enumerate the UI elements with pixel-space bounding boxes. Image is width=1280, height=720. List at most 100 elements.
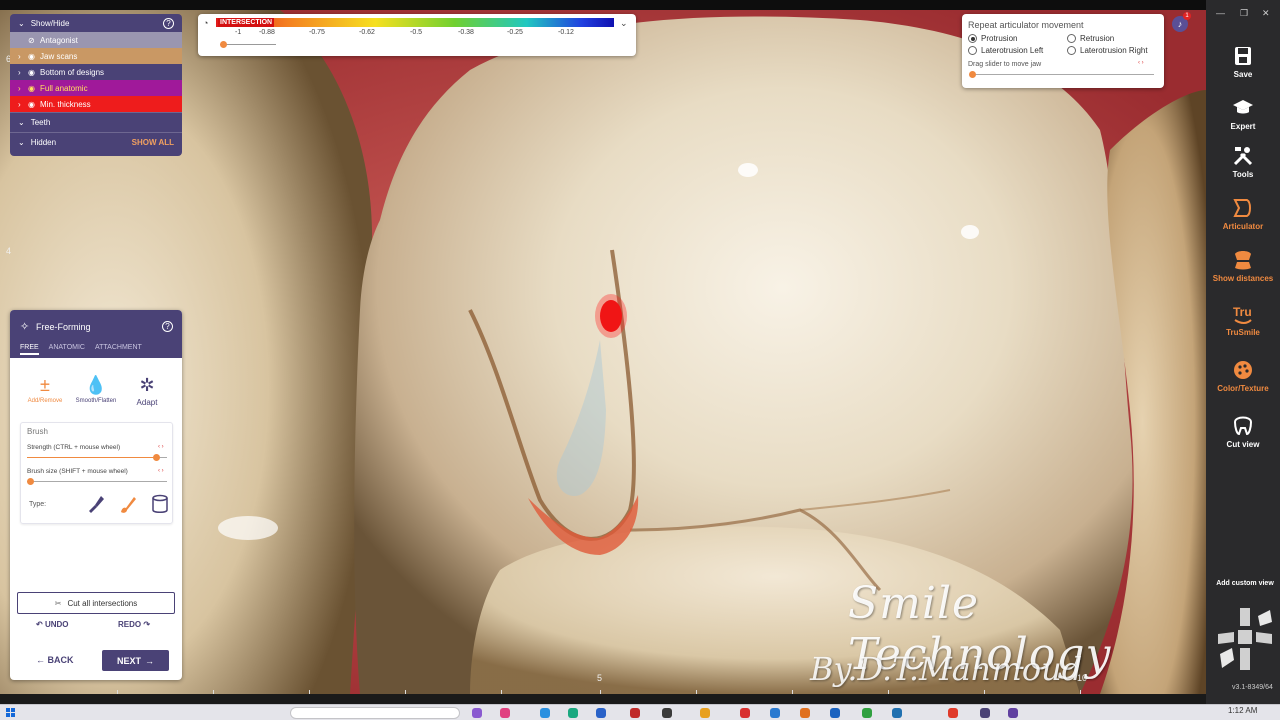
step-arrows-icon[interactable]: ‹ › bbox=[1138, 60, 1144, 66]
restore-icon[interactable]: ❐ bbox=[1240, 8, 1248, 19]
radio-dot[interactable] bbox=[1067, 34, 1076, 43]
tool-label: Add/Remove bbox=[27, 398, 63, 404]
taskbar-app-icon[interactable] bbox=[472, 708, 482, 718]
taskbar-app-icon[interactable] bbox=[770, 708, 780, 718]
axis-tick bbox=[696, 690, 697, 694]
teeth-group[interactable]: ⌄ Teeth bbox=[10, 112, 182, 132]
taskbar-app-icon[interactable] bbox=[800, 708, 810, 718]
articulator-button[interactable]: Articulator bbox=[1206, 196, 1280, 231]
eye-icon[interactable]: ◉ bbox=[28, 100, 40, 109]
notification-bell-icon[interactable]: ♪ 1 bbox=[1172, 12, 1191, 32]
taskbar-app-icon[interactable] bbox=[830, 708, 840, 718]
gauge-icon[interactable]: ◔ bbox=[203, 18, 208, 28]
radio-label: Laterotrusion Left bbox=[981, 46, 1044, 55]
cut-all-intersections-button[interactable]: ✂ Cut all intersections bbox=[17, 592, 175, 614]
tab-attachment[interactable]: ATTACHMENT bbox=[95, 344, 142, 355]
layer-row-bottom-of-designs[interactable]: › ◉ Bottom of designs bbox=[10, 64, 182, 80]
radio-dot[interactable] bbox=[968, 46, 977, 55]
radio-laterotrusion-right[interactable]: Laterotrusion Right bbox=[1067, 46, 1148, 55]
colormap-slider-track[interactable] bbox=[220, 44, 276, 45]
strength-slider-handle[interactable] bbox=[153, 454, 161, 461]
taskbar-app-icon[interactable] bbox=[630, 708, 640, 718]
taskbar-app-icon[interactable] bbox=[862, 708, 872, 718]
trusmile-button[interactable]: Tru TruSmile bbox=[1206, 302, 1280, 337]
taskbar-app-icon[interactable] bbox=[948, 708, 958, 718]
slider-hint: Drag slider to move jaw bbox=[968, 61, 1042, 68]
tools-button[interactable]: Tools bbox=[1206, 144, 1280, 179]
save-button[interactable]: Save bbox=[1206, 44, 1280, 79]
view-cube-icon[interactable] bbox=[1214, 604, 1276, 674]
help-icon[interactable]: ? bbox=[163, 17, 174, 29]
radio-retrusion[interactable]: Retrusion bbox=[1067, 34, 1114, 43]
show-hide-panel: ⌄ Show/Hide ? ⊘ Antagonist › ◉ Jaw scans… bbox=[10, 14, 182, 156]
redo-button[interactable]: REDO ↷ bbox=[118, 620, 150, 629]
taskbar-app-icon[interactable] bbox=[500, 708, 510, 718]
radio-dot[interactable] bbox=[1067, 46, 1076, 55]
tools-icon bbox=[1233, 147, 1253, 166]
chevron-right-icon[interactable]: › bbox=[18, 68, 28, 77]
chevron-down-icon[interactable]: ⌄ bbox=[620, 18, 628, 29]
tab-free[interactable]: FREE bbox=[20, 344, 39, 355]
adapt-tool[interactable]: ✲ Adapt bbox=[122, 374, 172, 407]
help-icon[interactable]: ? bbox=[162, 321, 173, 332]
brush-size-slider-handle[interactable] bbox=[27, 478, 34, 485]
next-button[interactable]: NEXT → bbox=[102, 650, 169, 671]
layer-row-full-anatomic[interactable]: › ◉ Full anatomic bbox=[10, 80, 182, 96]
eye-icon[interactable]: ◉ bbox=[28, 84, 40, 93]
hidden-group[interactable]: ⌄ Hidden SHOW ALL bbox=[10, 132, 182, 152]
taskbar-search-box[interactable] bbox=[290, 707, 460, 719]
eye-icon[interactable]: ◉ bbox=[28, 68, 40, 77]
show-distances-button[interactable]: Show distances bbox=[1206, 248, 1280, 283]
chevron-right-icon[interactable]: › bbox=[18, 84, 28, 93]
taskbar-app-icon[interactable] bbox=[662, 708, 672, 718]
redo-label: REDO bbox=[118, 620, 142, 629]
expert-button[interactable]: Expert bbox=[1206, 96, 1280, 131]
taskbar-app-icon[interactable] bbox=[980, 708, 990, 718]
eye-off-icon[interactable]: ⊘ bbox=[28, 36, 40, 45]
tab-anatomic[interactable]: ANATOMIC bbox=[49, 344, 85, 355]
show-hide-header[interactable]: ⌄ Show/Hide ? bbox=[10, 14, 182, 32]
add-remove-tool[interactable]: ± Add/Remove bbox=[20, 374, 70, 404]
brush-type-paintbrush-icon[interactable] bbox=[117, 493, 139, 515]
radio-protrusion[interactable]: Protrusion bbox=[968, 34, 1017, 43]
layer-row-min-thickness[interactable]: › ◉ Min. thickness bbox=[10, 96, 182, 112]
radio-laterotrusion-left[interactable]: Laterotrusion Left bbox=[968, 46, 1043, 55]
smooth-flatten-tool[interactable]: 💧 Smooth/Flatten bbox=[71, 374, 121, 404]
redo-icon: ↷ bbox=[143, 620, 151, 629]
jaw-slider-handle[interactable] bbox=[969, 71, 976, 78]
taskbar-app-icon[interactable] bbox=[700, 708, 710, 718]
close-icon[interactable]: ✕ bbox=[1262, 8, 1270, 19]
brush-type-stamp-icon[interactable] bbox=[85, 493, 107, 515]
cut-view-button[interactable]: Cut view bbox=[1206, 414, 1280, 449]
radio-dot[interactable] bbox=[968, 34, 977, 43]
color-texture-button[interactable]: Color/Texture bbox=[1206, 358, 1280, 393]
undo-button[interactable]: ↶ UNDO bbox=[36, 620, 69, 629]
taskbar-app-icon[interactable] bbox=[1008, 708, 1018, 718]
taskbar-app-icon[interactable] bbox=[892, 708, 902, 718]
colormap-slider-handle[interactable] bbox=[220, 41, 227, 48]
taskbar-app-icon[interactable] bbox=[740, 708, 750, 718]
brush-type-cylinder-icon[interactable] bbox=[149, 493, 171, 515]
minimize-icon[interactable]: — bbox=[1216, 8, 1225, 18]
layer-row-antagonist[interactable]: ⊘ Antagonist bbox=[10, 32, 182, 48]
right-toolbar: — ❐ ✕ Save Expert Tools Articulator Show… bbox=[1206, 0, 1280, 704]
chevron-right-icon[interactable]: › bbox=[18, 100, 28, 109]
layer-row-jaw-scans[interactable]: › ◉ Jaw scans bbox=[10, 48, 182, 64]
eye-icon[interactable]: ◉ bbox=[28, 52, 40, 61]
colormap-tick: -0.88 bbox=[259, 29, 275, 36]
colormap-tick: -0.62 bbox=[359, 29, 375, 36]
windows-start-icon[interactable] bbox=[6, 708, 16, 718]
back-button[interactable]: ← BACK bbox=[36, 655, 74, 665]
brush-size-slider-track[interactable] bbox=[27, 481, 167, 482]
axis-tick bbox=[888, 690, 889, 694]
step-arrows-icon[interactable]: ‹ › bbox=[158, 444, 164, 450]
add-custom-view-button[interactable]: Add custom view bbox=[1210, 580, 1280, 587]
undo-icon: ↶ bbox=[36, 620, 43, 629]
step-arrows-icon[interactable]: ‹ › bbox=[158, 468, 164, 474]
jaw-slider-track[interactable] bbox=[972, 74, 1154, 75]
taskbar-app-icon[interactable] bbox=[568, 708, 578, 718]
taskbar-app-icon[interactable] bbox=[596, 708, 606, 718]
chevron-right-icon[interactable]: › bbox=[18, 52, 28, 61]
show-all-button[interactable]: SHOW ALL bbox=[132, 138, 174, 147]
taskbar-app-icon[interactable] bbox=[540, 708, 550, 718]
